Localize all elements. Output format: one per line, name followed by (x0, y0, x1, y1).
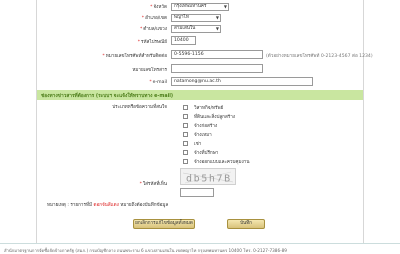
email-row: *e-mail natamong@nu.ac.th (37, 77, 363, 87)
news-item-label: จ้างออกแบบและควบคุมงาน (194, 160, 250, 165)
news-checkbox-4[interactable] (183, 141, 188, 146)
chevron-down-icon: ▼ (223, 4, 227, 9)
district-label: *อำเภอ/เขต (141, 16, 167, 21)
phone-row: *หมายเลขโทรศัพท์สำหรับติดต่อ 0-5596-1156… (37, 50, 373, 60)
phone-label: *หมายเลขโทรศัพท์สำหรับติดต่อ (102, 54, 167, 59)
subdistrict-row: *ตำบล/แขวง สามเสนใน ▼ (37, 24, 363, 33)
news-item-label: วิสาหกิจ/ทรัพย์ (194, 106, 224, 111)
news-item-label: ที่ดินและสิ่งปลูกสร้าง (194, 115, 236, 120)
news-checkbox-2[interactable] (183, 123, 188, 128)
news-checkbox-3[interactable] (183, 132, 188, 137)
form-container: *จังหวัด กรุงเทพมหานคร ▼ *อำเภอ/เขต พญาไท… (36, 0, 373, 243)
postcode-row: *รหัสไปรษณีย์ 10400 (37, 36, 363, 46)
footer-text: สำนักมาตรฐานการจัดซื้อจัดจ้างภาครัฐ (สมภ… (4, 248, 287, 253)
fax-input[interactable] (171, 64, 263, 73)
news-checkbox-6[interactable] (183, 159, 188, 164)
captcha-label: *ใส่รหัสที่เห็น (139, 182, 167, 187)
section-title: ช่องทางข่าวสารที่ต้องการ (ระบบฯ จะแจ้งให… (41, 94, 174, 99)
page-footer: สำนักมาตรฐานการจัดซื้อจัดจ้างภาครัฐ (สมภ… (0, 243, 400, 254)
captcha-input[interactable] (180, 188, 214, 197)
province-row: *จังหวัด กรุงเทพมหานคร ▼ (37, 2, 363, 11)
chevron-down-icon: ▼ (215, 26, 219, 31)
postcode-label: *รหัสไปรษณีย์ (137, 40, 167, 45)
district-select[interactable]: พญาไท ▼ (171, 14, 221, 22)
news-checkbox-0[interactable] (183, 105, 188, 110)
news-item-label: จ้างก่อสร้าง (194, 124, 218, 129)
district-row: *อำเภอ/เขต พญาไท ▼ (37, 13, 363, 22)
email-label: *e-mail (149, 80, 167, 85)
phone-input[interactable]: 0-5596-1156 (171, 50, 263, 59)
chevron-down-icon: ▼ (215, 15, 219, 20)
captcha-image: db5h7B (180, 168, 236, 185)
subdistrict-select[interactable]: สามเสนใน ▼ (171, 25, 221, 33)
postcode-input[interactable]: 10400 (171, 36, 196, 45)
news-item-label: เช่า (194, 142, 202, 147)
subdistrict-label: *ตำบล/แขวง (139, 27, 167, 32)
news-section-header: ช่องทางข่าวสารที่ต้องการ (ระบบฯ จะแจ้งให… (37, 90, 363, 100)
fax-label: หมายเลขโทรสาร (132, 68, 167, 73)
province-select[interactable]: กรุงเทพมหานคร ▼ (171, 3, 229, 11)
news-label: ประเภทหรือข้อความที่สนใจ (112, 105, 167, 110)
captcha-code: db5h7B (186, 174, 232, 185)
news-checkbox-5[interactable] (183, 150, 188, 155)
required-note: หมายเหตุ : รายการที่มี ดอกจันสีแดง หมายถ… (47, 203, 169, 208)
news-item-label: จ้างเหมา (194, 133, 212, 138)
email-input[interactable]: natamong@nu.ac.th (171, 77, 313, 86)
news-checkbox-1[interactable] (183, 114, 188, 119)
phone-hint: (ตัวอย่างหมายเลขโทรศัพท์ 0-2123-4567 ต่อ… (266, 54, 373, 59)
province-label: *จังหวัด (150, 5, 167, 10)
reset-button[interactable]: ยกเลิกการแก้ไขข้อมูลทั้งหมด (133, 219, 195, 229)
save-button[interactable]: บันทึก (227, 219, 265, 229)
news-item-label: จ้างที่ปรึกษา (194, 151, 219, 156)
fax-row: หมายเลขโทรสาร (37, 64, 363, 74)
